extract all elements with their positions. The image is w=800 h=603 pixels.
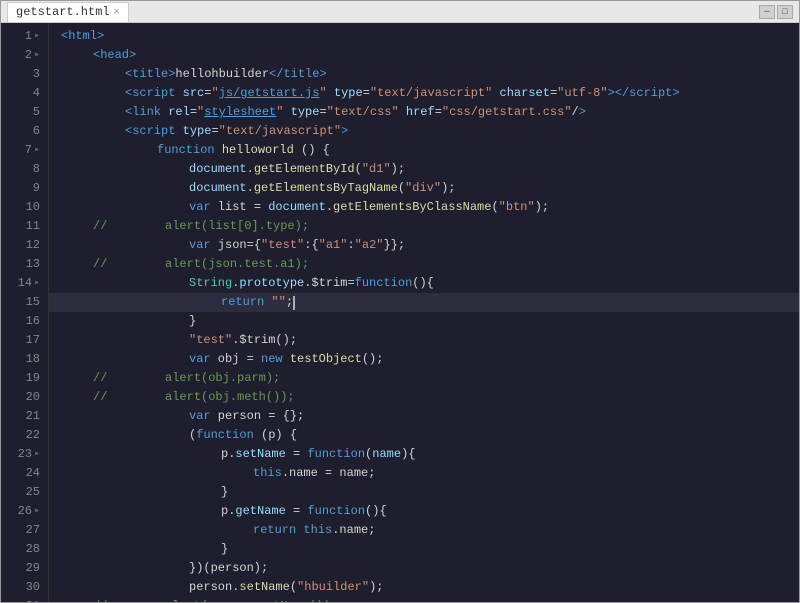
line-num-3: 3 bbox=[1, 65, 48, 84]
line-num-16: 16 bbox=[1, 312, 48, 331]
line-num-28: 28 bbox=[1, 540, 48, 559]
minimize-button[interactable]: ─ bbox=[759, 5, 775, 19]
line-num-13: 13 bbox=[1, 255, 48, 274]
code-line-30: person.setName("hbuilder"); bbox=[49, 578, 799, 597]
code-line-20: // alert(obj.meth()); bbox=[49, 388, 799, 407]
code-line-12: var json={"test":{"a1":"a2"}}; bbox=[49, 236, 799, 255]
line-num-20: 20 bbox=[1, 388, 48, 407]
editor-tab[interactable]: getstart.html ✕ bbox=[7, 2, 129, 22]
maximize-button[interactable]: □ bbox=[777, 5, 793, 19]
line-num-7: 7 bbox=[1, 141, 48, 160]
line-num-17: 17 bbox=[1, 331, 48, 350]
code-line-18: var obj = new testObject(); bbox=[49, 350, 799, 369]
code-line-2: <head> bbox=[49, 46, 799, 65]
code-line-16: } bbox=[49, 312, 799, 331]
line-num-30: 30 bbox=[1, 578, 48, 597]
code-line-26: p.getName = function(){ bbox=[49, 502, 799, 521]
line-num-23: 23 bbox=[1, 445, 48, 464]
line-num-24: 24 bbox=[1, 464, 48, 483]
code-line-31: // alert(person.getName()); bbox=[49, 597, 799, 602]
code-line-6: <script type="text/javascript"> bbox=[49, 122, 799, 141]
line-num-12: 12 bbox=[1, 236, 48, 255]
code-line-17: "test".$trim(); bbox=[49, 331, 799, 350]
window-controls: ─ □ bbox=[759, 5, 793, 19]
code-line-24: this.name = name; bbox=[49, 464, 799, 483]
line-num-22: 22 bbox=[1, 426, 48, 445]
line-num-27: 27 bbox=[1, 521, 48, 540]
line-num-4: 4 bbox=[1, 84, 48, 103]
code-line-7: function helloworld () { bbox=[49, 141, 799, 160]
code-line-1: <html> bbox=[49, 27, 799, 46]
line-num-29: 29 bbox=[1, 559, 48, 578]
line-num-5: 5 bbox=[1, 103, 48, 122]
code-line-14: String.prototype.$trim=function(){ bbox=[49, 274, 799, 293]
line-num-19: 19 bbox=[1, 369, 48, 388]
line-numbers: 1 2 3 4 5 6 7 8 9 10 11 12 13 14 15 16 1… bbox=[1, 23, 49, 602]
line-num-21: 21 bbox=[1, 407, 48, 426]
code-line-25: } bbox=[49, 483, 799, 502]
code-line-13: // alert(json.test.a1); bbox=[49, 255, 799, 274]
tab-close-icon[interactable]: ✕ bbox=[114, 6, 120, 18]
line-num-31: 31 bbox=[1, 597, 48, 602]
editor-container: 1 2 3 4 5 6 7 8 9 10 11 12 13 14 15 16 1… bbox=[1, 23, 799, 602]
code-line-9: document.getElementsByTagName("div"); bbox=[49, 179, 799, 198]
line-num-11: 11 bbox=[1, 217, 48, 236]
code-line-10: var list = document.getElementsByClassNa… bbox=[49, 198, 799, 217]
code-line-15: return ""; bbox=[49, 293, 799, 312]
line-num-14: 14 bbox=[1, 274, 48, 293]
code-area[interactable]: <html> <head> <title>hellohbuilder</titl… bbox=[49, 23, 799, 602]
line-num-6: 6 bbox=[1, 122, 48, 141]
line-num-1: 1 bbox=[1, 27, 48, 46]
editor-window: getstart.html ✕ ─ □ 1 2 3 4 5 6 7 8 9 10… bbox=[0, 0, 800, 603]
code-line-8: document.getElementById("d1"); bbox=[49, 160, 799, 179]
code-line-11: // alert(list[0].type); bbox=[49, 217, 799, 236]
code-line-23: p.setName = function(name){ bbox=[49, 445, 799, 464]
line-num-9: 9 bbox=[1, 179, 48, 198]
line-num-10: 10 bbox=[1, 198, 48, 217]
code-line-28: } bbox=[49, 540, 799, 559]
line-num-26: 26 bbox=[1, 502, 48, 521]
code-line-5: <link rel="stylesheet" type="text/css" h… bbox=[49, 103, 799, 122]
line-num-2: 2 bbox=[1, 46, 48, 65]
line-num-8: 8 bbox=[1, 160, 48, 179]
code-line-4: <script src="js/getstart.js" type="text/… bbox=[49, 84, 799, 103]
tab-label: getstart.html bbox=[16, 5, 110, 19]
code-line-22: (function (p) { bbox=[49, 426, 799, 445]
code-line-27: return this.name; bbox=[49, 521, 799, 540]
code-line-19: // alert(obj.parm); bbox=[49, 369, 799, 388]
line-num-25: 25 bbox=[1, 483, 48, 502]
code-line-29: })(person); bbox=[49, 559, 799, 578]
title-bar: getstart.html ✕ ─ □ bbox=[1, 1, 799, 23]
line-num-15: 15 bbox=[1, 293, 48, 312]
line-num-18: 18 bbox=[1, 350, 48, 369]
code-line-21: var person = {}; bbox=[49, 407, 799, 426]
code-line-3: <title>hellohbuilder</title> bbox=[49, 65, 799, 84]
